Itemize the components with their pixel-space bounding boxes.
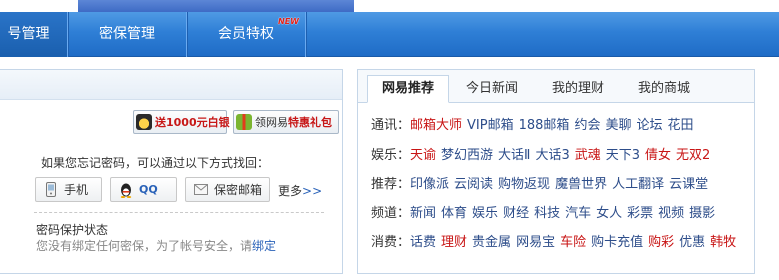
tab-label: 我的理财 [551,81,604,96]
recommendation-link[interactable]: 韩牧 [710,235,736,250]
recommendation-link[interactable]: 视频 [658,206,684,221]
protection-status-title: 密码保护状态 [36,223,109,237]
recommendation-link[interactable]: 科技 [534,206,560,221]
more-label: 更多 [278,184,303,198]
link-row: 娱乐：天谕 梦幻西游 大话Ⅱ 大话3 武魂 天下3 倩女 无双2 [371,147,715,165]
recommendation-link[interactable]: 印像派 [410,177,449,192]
recommendations-tab-bar: 网易推荐 今日新闻 我的理财 我的商城 [358,70,754,103]
nav-divider [305,12,306,57]
protection-status-text: 您没有绑定任何密保，为了帐号安全，请 [36,239,253,253]
nav-tab-label: 号管理 [7,26,50,42]
recommendations-panel: 网易推荐 今日新闻 我的理财 我的商城 通讯：邮箱大师 VIP邮箱 188邮箱 约会美… [357,69,755,274]
protection-status-description: 您没有绑定任何密保，为了帐号安全，请绑定 [36,237,276,254]
recommendation-link[interactable]: 女人 [596,206,622,221]
recover-by-qq-label: QQ [139,183,158,196]
tab-netease-recommend[interactable]: 网易推荐 [367,75,449,103]
tab-my-finance[interactable]: 我的理财 [538,76,618,103]
recommendation-link[interactable]: 云课堂 [669,177,708,192]
recommendation-link[interactable]: 论坛 [636,118,662,133]
recommendation-link[interactable]: 财经 [503,206,529,221]
nav-tab-security-management[interactable]: 密保管理 [68,12,186,57]
recommendation-link[interactable]: 摄影 [689,206,715,221]
recommendation-link[interactable]: 理财 [441,235,467,250]
nav-tab-label: 会员特权 [218,26,274,42]
row-category-label: 推荐： [371,177,411,192]
tab-my-mall[interactable]: 我的商城 [624,76,704,103]
recommendation-link[interactable]: 大话3 [535,148,569,163]
recommendation-link[interactable]: 彩票 [627,206,653,221]
recommendation-link[interactable]: 188邮箱 [519,118,570,133]
link-row: 频道：新闻 体育 娱乐 财经 科技 汽车 女人 彩票 视频 摄影 [371,205,720,223]
recommendation-link[interactable]: 购物返现 [498,177,550,192]
link-row: 消费：话费 理财 贵金属 网易宝 车险 购卡充值 购彩 优惠 韩牧 [371,234,741,252]
nav-tab-label: 密保管理 [99,26,155,42]
recovery-instructions: 如果您忘记密码，可以通过以下方式找回： [41,156,270,170]
recommendation-link[interactable]: 武魂 [575,148,601,163]
promo-silver-button[interactable]: 送1000元白银 [133,110,230,134]
row-category-label: 娱乐： [371,148,411,163]
recommendation-link[interactable]: 话费 [410,235,436,250]
recommendation-link[interactable]: 倩女 [645,148,671,163]
recommendation-link[interactable]: 花田 [667,118,693,133]
tab-today-news[interactable]: 今日新闻 [454,76,530,103]
bind-link[interactable]: 绑定 [252,239,276,253]
double-chevron-right-icon: >> [302,184,323,198]
phone-icon [44,182,58,198]
recommendation-link[interactable]: VIP邮箱 [467,118,514,133]
recover-by-phone-label: 手机 [64,183,89,197]
recommendation-link[interactable]: 约会 [574,118,600,133]
gift-icon [236,114,252,130]
recommendation-link[interactable]: 天下3 [606,148,640,163]
recommendation-link[interactable]: 人工翻译 [612,177,664,192]
promo-gift-highlight: 特惠礼包 [288,116,332,129]
tab-label: 我的商城 [637,81,690,96]
more-recovery-options-link[interactable]: 更多>> [278,182,322,199]
recommendation-link[interactable]: 魔兽世界 [555,177,607,192]
recommendation-link[interactable]: 梦幻西游 [441,148,493,163]
row-category-label: 消费： [371,235,411,250]
recommendation-link[interactable]: 天谕 [410,148,436,163]
promo-silver-label: 送1000元白银 [155,116,230,129]
promo-gift-prefix: 领网易 [255,116,288,129]
recommendation-link[interactable]: 贵金属 [472,235,511,250]
account-panel-header [0,70,342,100]
divider [34,212,324,213]
recommendation-link[interactable]: 购彩 [648,235,674,250]
qq-penguin-icon [119,182,133,198]
link-row: 通讯：邮箱大师 VIP邮箱 188邮箱 约会 美聊 论坛 花田 [371,117,699,135]
recommendation-link[interactable]: 新闻 [410,206,436,221]
row-category-label: 频道： [371,206,411,221]
recover-by-qq-button[interactable]: QQ [110,177,177,202]
top-banner-strip [78,0,354,12]
recommendation-link[interactable]: 购卡充值 [591,235,643,250]
nav-tab-account-management[interactable]: 号管理 [0,12,67,57]
recommendation-link[interactable]: 娱乐 [472,206,498,221]
recommendation-link[interactable]: 车险 [560,235,586,250]
recommendation-link[interactable]: 无双2 [676,148,710,163]
promo-gift-button[interactable]: 领网易特惠礼包 [233,110,339,134]
tab-label: 今日新闻 [465,81,518,96]
tab-label: 网易推荐 [381,81,434,96]
row-category-label: 通讯： [371,118,411,133]
recommendation-link[interactable]: 体育 [441,206,467,221]
recommendation-link[interactable]: 大话Ⅱ [498,148,530,163]
recover-by-email-label: 保密邮箱 [214,183,263,197]
recommendation-link[interactable]: 网易宝 [516,235,555,250]
recommendation-link[interactable]: 美聊 [605,118,631,133]
coin-chest-icon [136,114,152,130]
recommendation-link[interactable]: 优惠 [679,235,705,250]
recommendation-link[interactable]: 云阅读 [454,177,493,192]
new-badge: NEW [278,17,299,26]
recover-by-email-button[interactable]: 保密邮箱 [185,177,270,202]
recommendation-link[interactable]: 邮箱大师 [410,118,462,133]
main-nav-bar: 号管理 密保管理 会员特权 NEW [0,12,779,57]
mail-icon [194,182,208,198]
recommendation-link[interactable]: 汽车 [565,206,591,221]
recover-by-phone-button[interactable]: 手机 [35,177,102,202]
link-row: 推荐：印像派 云阅读 购物返现 魔兽世界 人工翻译 云课堂 [371,176,713,194]
